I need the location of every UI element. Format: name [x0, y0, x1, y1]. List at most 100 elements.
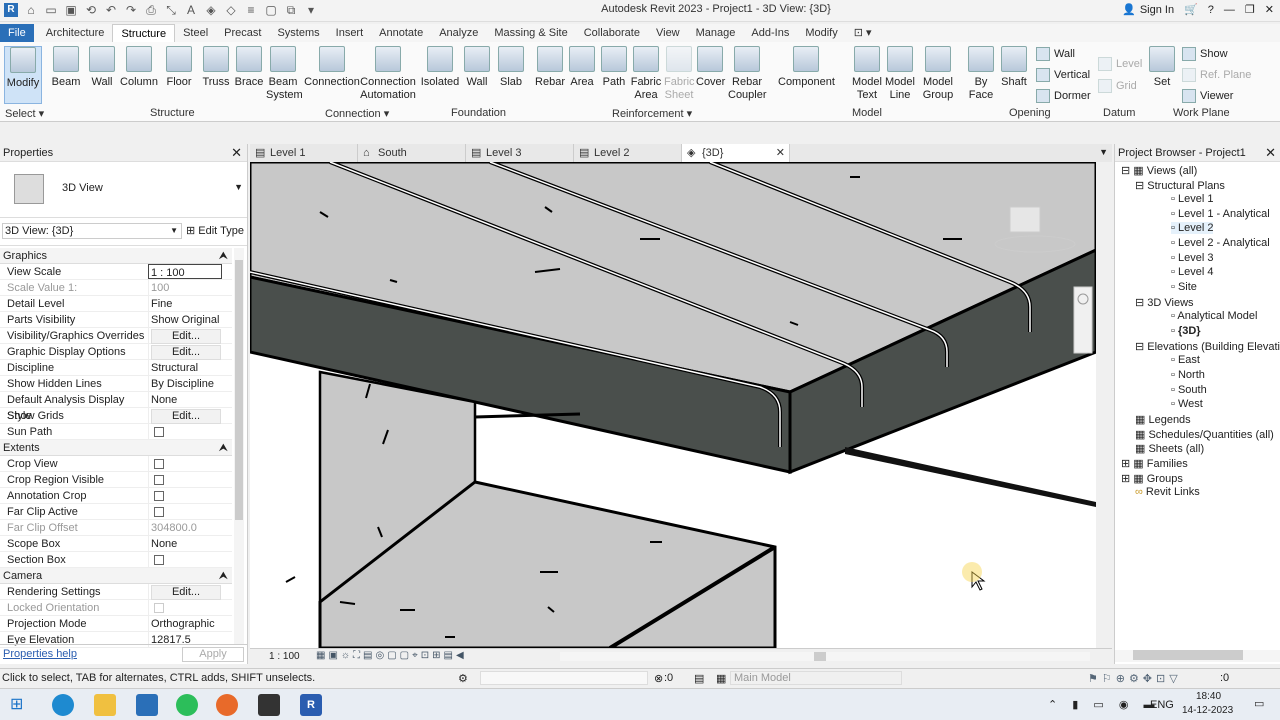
show-grids-edit-button[interactable]: Edit...: [151, 409, 221, 424]
tab-3d[interactable]: ◈ {3D} ✕: [682, 144, 790, 162]
tree-3d-views[interactable]: ⊟ 3D Views: [1135, 296, 1194, 309]
grid-button[interactable]: Grid: [1098, 79, 1137, 93]
tree-west[interactable]: ▫ West: [1171, 398, 1203, 410]
close-browser-icon[interactable]: ✕: [1265, 145, 1276, 161]
level-button[interactable]: Level: [1098, 57, 1142, 71]
browser-scrollbar[interactable]: [1115, 650, 1280, 662]
connection-automation-button[interactable]: Connection Automation: [360, 46, 416, 102]
tree-groups[interactable]: ⊞ ▦ Groups: [1121, 472, 1183, 485]
rebar-coupler-button[interactable]: Rebar Coupler: [728, 46, 767, 102]
tab-insert[interactable]: Insert: [328, 24, 372, 42]
sync-icon[interactable]: ⟲: [84, 3, 98, 17]
column-button[interactable]: Column: [120, 46, 158, 89]
tree-3d-current[interactable]: ▫ {3D}: [1171, 325, 1201, 337]
instance-selector[interactable]: 3D View: {3D} ▼: [2, 223, 182, 239]
by-face-button[interactable]: By Face: [966, 46, 996, 102]
annotation-crop-checkbox[interactable]: [154, 491, 164, 502]
far-clip-active-checkbox[interactable]: [154, 507, 164, 518]
ribbon-options-icon[interactable]: ⊡ ▾: [846, 24, 880, 42]
fabric-area-button[interactable]: Fabric Area: [630, 46, 662, 102]
type-selector[interactable]: 3D View ▼: [0, 162, 247, 218]
beam-button[interactable]: Beam: [48, 46, 84, 89]
foundation-wall-button[interactable]: Wall: [462, 46, 492, 89]
worksets-icon[interactable]: ⚙: [458, 672, 468, 685]
switch-windows-icon[interactable]: ⧉: [284, 3, 298, 17]
horizontal-scrollbar[interactable]: [560, 652, 1090, 661]
cover-button[interactable]: Cover: [696, 46, 725, 89]
panel-select[interactable]: Select ▾: [5, 107, 44, 120]
customize-icon[interactable]: ▾: [304, 3, 318, 17]
apply-button[interactable]: Apply: [182, 647, 244, 662]
notes-icon[interactable]: [258, 694, 280, 716]
tab-structure[interactable]: Structure: [112, 23, 176, 43]
tab-annotate[interactable]: Annotate: [371, 24, 431, 42]
maximize-icon[interactable]: ❐: [1245, 3, 1255, 16]
cart-icon[interactable]: 🛒: [1184, 3, 1198, 16]
tab-modify[interactable]: Modify: [797, 24, 845, 42]
model-line-button[interactable]: Model Line: [884, 46, 916, 102]
vertical-opening-button[interactable]: Vertical: [1036, 68, 1090, 82]
language-indicator[interactable]: ENG: [1150, 699, 1174, 711]
section-extents[interactable]: Extents ⮝: [0, 440, 232, 456]
view-scale-field[interactable]: 1 : 100: [148, 264, 222, 279]
sign-in-button[interactable]: 👤 Sign In: [1122, 3, 1174, 17]
section-icon[interactable]: ◇: [224, 3, 238, 17]
mail-icon[interactable]: [136, 694, 158, 716]
tree-site[interactable]: ▫ Site: [1171, 281, 1197, 293]
tree-level-2[interactable]: ▫ Level 2: [1171, 222, 1214, 234]
close-icon[interactable]: ✕: [1265, 3, 1274, 16]
dormer-button[interactable]: Dormer: [1036, 89, 1091, 103]
tree-views-all[interactable]: ⊟ ▦ Views (all): [1121, 164, 1197, 177]
properties-scrollbar[interactable]: [234, 248, 244, 644]
tree-revit-links[interactable]: ∞ Revit Links: [1135, 486, 1200, 498]
tab-precast[interactable]: Precast: [216, 24, 269, 42]
rebar-button[interactable]: Rebar: [534, 46, 566, 89]
tree-sheets[interactable]: ▦ Sheets (all): [1135, 442, 1204, 455]
redo-icon[interactable]: ↷: [124, 3, 138, 17]
tree-level-2-analytical[interactable]: ▫ Level 2 - Analytical: [1171, 237, 1270, 249]
crop-view-checkbox[interactable]: [154, 459, 164, 470]
tree-level-4[interactable]: ▫ Level 4: [1171, 266, 1213, 278]
opening-wall-button[interactable]: Wall: [1036, 47, 1075, 61]
viewer-button[interactable]: Viewer: [1182, 89, 1233, 103]
home-icon[interactable]: ⌂: [24, 3, 38, 17]
save-icon[interactable]: ▣: [64, 3, 78, 17]
tag-icon[interactable]: A: [184, 3, 198, 17]
tab-file[interactable]: File: [0, 24, 34, 42]
tree-analytical-model[interactable]: ▫ Analytical Model: [1171, 310, 1257, 322]
vg-overrides-edit-button[interactable]: Edit...: [151, 329, 221, 344]
tab-level-1[interactable]: ▤ Level 1: [250, 144, 358, 162]
tree-legends[interactable]: ▦ Legends: [1135, 413, 1191, 426]
minimize-icon[interactable]: —: [1224, 4, 1235, 16]
close-hidden-icon[interactable]: ▢: [264, 3, 278, 17]
graphic-display-edit-button[interactable]: Edit...: [151, 345, 221, 360]
tree-schedules[interactable]: ▦ Schedules/Quantities (all): [1135, 428, 1274, 441]
3d-view-icon[interactable]: ◈: [204, 3, 218, 17]
tree-level-1-analytical[interactable]: ▫ Level 1 - Analytical: [1171, 208, 1270, 220]
measure-icon[interactable]: ⤡: [164, 3, 178, 17]
tree-level-1[interactable]: ▫ Level 1: [1171, 193, 1213, 205]
design-options-icon[interactable]: ▤: [694, 672, 704, 685]
tab-analyze[interactable]: Analyze: [431, 24, 486, 42]
tree-families[interactable]: ⊞ ▦ Families: [1121, 457, 1188, 470]
editable-icon[interactable]: ⊗: [654, 672, 663, 685]
tab-level-3[interactable]: ▤ Level 3: [466, 144, 574, 162]
help-icon[interactable]: ?: [1208, 4, 1214, 16]
close-properties-icon[interactable]: ✕: [231, 145, 242, 161]
view-scale-button[interactable]: 1 : 100: [269, 651, 300, 662]
revit-taskbar-icon[interactable]: R: [300, 694, 322, 716]
open-icon[interactable]: ▭: [44, 3, 58, 17]
panel-connection[interactable]: Connection ▾: [325, 107, 389, 120]
design-option-icon[interactable]: ▦: [716, 672, 726, 685]
beam-system-button[interactable]: Beam System: [266, 46, 303, 102]
tree-north[interactable]: ▫ North: [1171, 369, 1205, 381]
component-button[interactable]: Component: [778, 46, 835, 89]
firefox-icon[interactable]: [216, 694, 238, 716]
revit-logo-icon[interactable]: R: [4, 3, 18, 17]
tab-south[interactable]: ⌂ South: [358, 144, 466, 162]
tab-add-ins[interactable]: Add-Ins: [743, 24, 797, 42]
rendering-settings-edit-button[interactable]: Edit...: [151, 585, 221, 600]
windows-start-icon[interactable]: ⊞: [10, 694, 32, 716]
undo-icon[interactable]: ↶: [104, 3, 118, 17]
tree-level-3[interactable]: ▫ Level 3: [1171, 252, 1213, 264]
